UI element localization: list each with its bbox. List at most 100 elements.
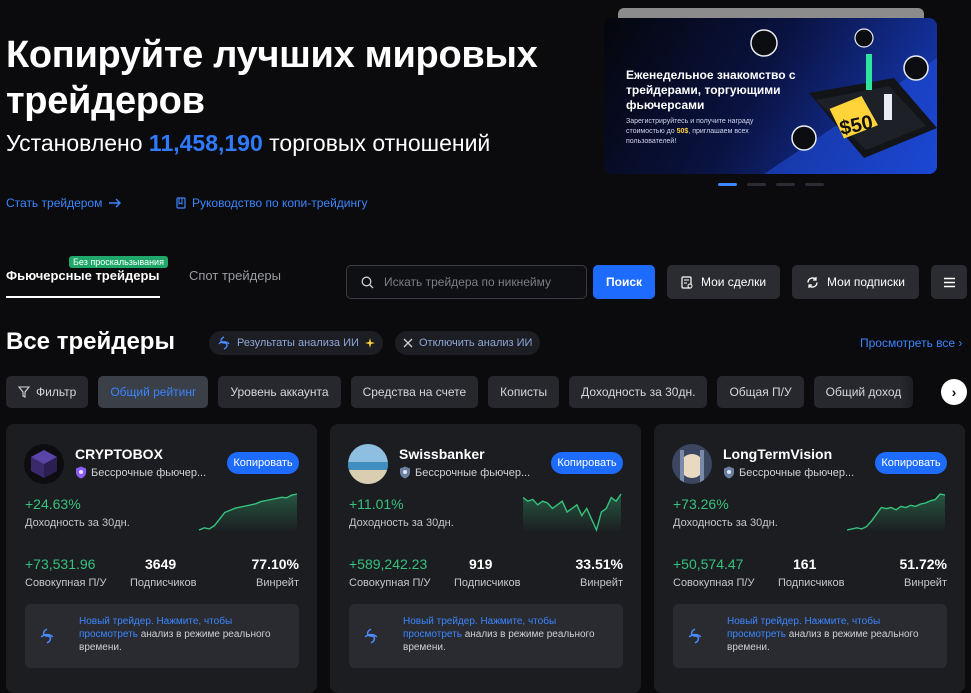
funnel-icon xyxy=(18,386,30,398)
trader-card[interactable]: CRYPTOBOX Бессрочные фьючер... Копировать +… xyxy=(6,424,317,693)
copy-button[interactable]: Копировать xyxy=(227,452,299,474)
promo-banner[interactable]: $50 Еженедельное знакомство с трейдерами… xyxy=(604,18,937,174)
banner-pagination xyxy=(718,183,824,186)
new-trader-note[interactable]: Новый трейдер. Нажмите, чтобы просмотрет… xyxy=(349,604,623,668)
trader-card[interactable]: LongTermVision Бессрочные фьючер... Копиро… xyxy=(654,424,965,693)
avatar xyxy=(348,444,388,484)
no-slippage-badge: Без проскальзывания xyxy=(69,256,168,268)
avatar xyxy=(24,444,64,484)
winrate-label: Винрейт xyxy=(904,577,947,589)
tab-futures-traders[interactable]: Фьючерсные трейдеры xyxy=(6,268,160,283)
ai-results-chip[interactable]: Результаты анализа ИИ xyxy=(209,331,383,355)
banner-text: Зарегистрируйтесь и получите награду сто… xyxy=(626,118,754,145)
trader-name[interactable]: CRYPTOBOX xyxy=(75,446,163,462)
my-subscriptions-label: Мои подписки xyxy=(827,275,905,289)
banner-reward-amount: 50$ xyxy=(676,128,689,135)
my-trades-label: Мои сделки xyxy=(700,275,767,289)
winrate-value: 77.10% xyxy=(251,556,299,572)
roi-value: +73.26% xyxy=(673,496,729,512)
new-trader-note[interactable]: Новый трейдер. Нажмите, чтобы просмотрет… xyxy=(25,604,299,668)
tab-spot-traders[interactable]: Спот трейдеры xyxy=(189,268,281,283)
hero-subtitle-prefix: Установлено xyxy=(6,130,143,156)
document-icon xyxy=(681,275,693,289)
copy-button[interactable]: Копировать xyxy=(875,452,947,474)
filter-label: Общая П/У xyxy=(729,385,792,399)
view-all-link[interactable]: Просмотреть все › xyxy=(860,336,962,350)
refresh-icon xyxy=(807,276,818,288)
search-icon xyxy=(361,276,374,288)
sort-chip[interactable]: Средства на счете xyxy=(350,376,479,408)
banner-dot[interactable] xyxy=(805,183,824,186)
copy-trading-guide-link[interactable]: Руководство по копи-трейдингу xyxy=(176,196,367,210)
shield-badge-icon xyxy=(724,466,734,479)
total-pnl-label: Совокупная П/У xyxy=(25,577,107,589)
filter-label: Фильтр xyxy=(36,385,77,399)
winrate-label: Винрейт xyxy=(256,577,299,589)
ai-swirl-icon xyxy=(688,628,702,644)
become-trader-label: Стать трейдером xyxy=(6,196,103,210)
roi-value: +24.63% xyxy=(25,496,81,512)
trader-name[interactable]: LongTermVision xyxy=(723,446,832,462)
book-icon xyxy=(176,197,186,209)
hero-title: Копируйте лучших мировых трейдеров xyxy=(6,34,538,122)
trader-type-label: Бессрочные фьючер... xyxy=(739,466,855,479)
ai-swirl-icon xyxy=(218,336,230,350)
sort-chip[interactable]: Общий рейтинг xyxy=(98,376,209,408)
hero-subtitle: Установлено 11,458,190 торговых отношени… xyxy=(6,130,490,157)
ai-swirl-icon xyxy=(364,628,378,644)
roi-label: Доходность за 30дн. xyxy=(25,517,130,529)
roi-sparkline xyxy=(198,493,298,532)
total-pnl-value: +73,531.96 xyxy=(25,556,96,572)
search-input[interactable] xyxy=(384,275,574,289)
roi-label: Доходность за 30дн. xyxy=(349,517,454,529)
banner-dot[interactable] xyxy=(776,183,795,186)
sparkline-area xyxy=(523,494,621,532)
sort-chip[interactable]: Кописты xyxy=(488,376,560,408)
note-view-link[interactable]: просмотреть xyxy=(79,629,138,640)
disable-ai-chip[interactable]: Отключить анализ ИИ xyxy=(395,331,541,355)
filter-label: Кописты xyxy=(500,385,548,399)
total-pnl-label: Совокупная П/У xyxy=(673,577,755,589)
banner-dot[interactable] xyxy=(747,183,766,186)
subscribers-value: 3649 xyxy=(145,556,177,572)
note-text: Новый трейдер. Нажмите, чтобы xyxy=(403,616,557,627)
trader-type: Бессрочные фьючер... xyxy=(399,466,530,479)
total-pnl-value: +50,574.47 xyxy=(673,556,744,572)
trader-name[interactable]: Swissbanker xyxy=(399,446,485,462)
arrow-right-icon xyxy=(109,198,122,208)
winrate-label: Винрейт xyxy=(580,577,623,589)
trader-type: Бессрочные фьючер... xyxy=(723,466,854,479)
trader-search xyxy=(346,265,587,299)
relationships-count: 11,458,190 xyxy=(148,130,263,156)
active-tab-indicator xyxy=(6,296,160,298)
scroll-right-button[interactable]: › xyxy=(941,379,967,405)
menu-button[interactable] xyxy=(931,265,967,299)
sparkle-icon xyxy=(364,338,375,348)
total-pnl-value: +589,242.23 xyxy=(349,556,428,572)
filter-label: Общий доход xyxy=(825,385,902,399)
filter-label: Доходность за 30дн. xyxy=(581,385,696,399)
become-trader-link[interactable]: Стать трейдером xyxy=(6,196,122,210)
subscribers-value: 161 xyxy=(793,556,817,572)
search-button[interactable]: Поиск xyxy=(593,265,655,299)
view-all-label: Просмотреть все xyxy=(860,336,956,350)
copy-trading-guide-label: Руководство по копи-трейдингу xyxy=(192,196,368,210)
chevron-right-icon: › xyxy=(951,384,957,400)
note-view-link[interactable]: просмотреть xyxy=(403,629,462,640)
sort-chip[interactable]: Уровень аккаунта xyxy=(218,376,341,408)
sort-chip[interactable]: Общий доход xyxy=(813,376,914,408)
my-subscriptions-button[interactable]: Мои подписки xyxy=(792,265,919,299)
winrate-value: 51.72% xyxy=(899,556,947,572)
banner-dot[interactable] xyxy=(718,183,737,186)
my-trades-button[interactable]: Мои сделки xyxy=(667,265,780,299)
subscribers-label: Подписчиков xyxy=(778,577,845,589)
sort-chip[interactable]: Общая П/У xyxy=(717,376,804,408)
copy-button[interactable]: Копировать xyxy=(551,452,623,474)
filter-label: Общий рейтинг xyxy=(110,385,197,399)
filter-bar: Фильтр Общий рейтинг Уровень аккаунта Средс… xyxy=(6,376,914,408)
sort-chip[interactable]: Доходность за 30дн. xyxy=(569,376,708,408)
filter-button[interactable]: Фильтр xyxy=(6,376,89,408)
new-trader-note[interactable]: Новый трейдер. Нажмите, чтобы просмотрет… xyxy=(673,604,947,668)
note-view-link[interactable]: просмотреть xyxy=(727,629,786,640)
trader-card[interactable]: Swissbanker Бессрочные фьючер... Копироват… xyxy=(330,424,641,693)
